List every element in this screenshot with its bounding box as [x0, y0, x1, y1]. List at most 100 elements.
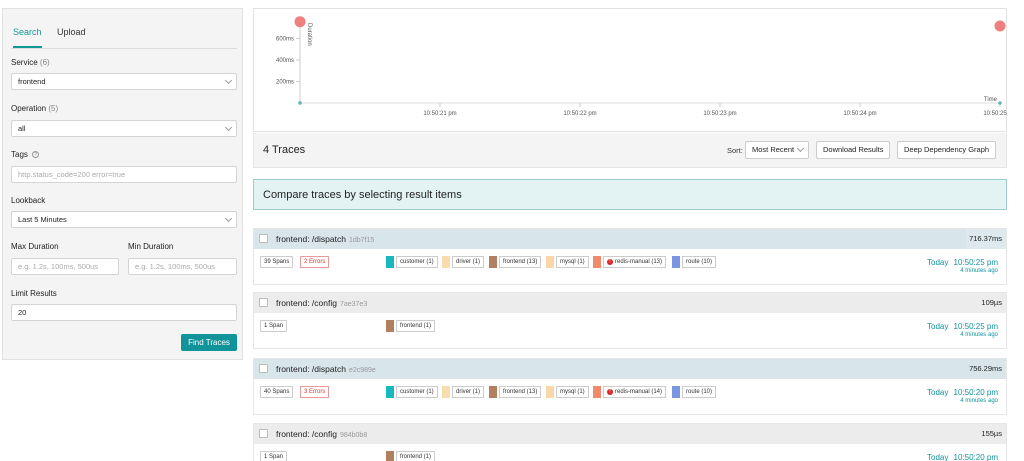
service-swatch — [593, 386, 601, 398]
chevron-down-icon — [796, 144, 805, 153]
compare-banner: Compare traces by selecting result items — [253, 179, 1007, 210]
trace-day: Today — [927, 453, 949, 461]
lookback-select[interactable]: Last 5 Minutes — [11, 211, 237, 228]
span-count-tag: 1 Span — [260, 320, 288, 332]
lookback-label: Lookback — [11, 196, 46, 205]
service-tag-text: redis-manual (13) — [615, 259, 663, 265]
tags-label: Tags ? — [11, 150, 40, 159]
y-axis-label: Duration — [306, 23, 312, 46]
service-swatch — [386, 386, 394, 398]
trace-title[interactable]: frontend: /dispatch 1db7f15 — [276, 234, 374, 244]
trace-item[interactable]: frontend: /dispatch 1db7f15 716.37ms 39 S… — [253, 228, 1007, 285]
service-label: Service (6) — [11, 58, 50, 67]
service-swatch — [442, 256, 450, 268]
trace-time: 10:50:20 pm — [953, 388, 998, 397]
operation-label: Operation (5) — [11, 104, 58, 113]
download-results-button[interactable]: Download Results — [816, 141, 891, 159]
trace-duration: 109µs — [981, 298, 1002, 307]
search-tabs: Search Upload — [11, 23, 237, 49]
trace-checkbox[interactable] — [259, 234, 268, 243]
service-select-value: frontend — [18, 77, 46, 86]
service-swatch — [442, 386, 450, 398]
limit-results-label: Limit Results — [11, 289, 57, 298]
trace-title[interactable]: frontend: /config 984b0b8 — [276, 429, 367, 439]
sort-select[interactable]: Most Recent — [745, 141, 809, 159]
trace-item[interactable]: frontend: /dispatch e2c989e 756.29ms 40 S… — [253, 358, 1007, 415]
service-swatch — [546, 256, 554, 268]
tab-upload[interactable]: Upload — [57, 27, 86, 46]
trace-header: frontend: /dispatch e2c989e 756.29ms — [254, 359, 1006, 379]
trace-checkbox[interactable] — [259, 429, 268, 438]
operation-select[interactable]: all — [11, 120, 237, 137]
max-duration-input[interactable]: e.g. 1.2s, 100ms, 500us — [11, 258, 119, 275]
sort-select-value: Most Recent — [752, 145, 795, 154]
tags-input[interactable]: http.status_code=200 error=true — [11, 166, 237, 183]
service-swatch — [489, 386, 497, 398]
service-tag-label: route (10) — [682, 386, 717, 398]
operation-count: (5) — [48, 104, 59, 113]
trace-point[interactable] — [298, 101, 302, 105]
trace-id: 984b0b8 — [339, 432, 368, 439]
scatter-svg: Duration Time 200ms 400ms 600ms 10:50:21 p… — [276, 16, 1008, 117]
x-tick-label: 10:50:25 pm — [983, 111, 1008, 117]
span-count-tag: 39 Spans — [260, 256, 294, 268]
service-tag-label: ! redis-manual (13) — [603, 256, 667, 268]
trace-point[interactable] — [998, 101, 1002, 105]
limit-results-input[interactable]: 20 — [11, 304, 237, 321]
trace-relative-time: 4 minutes ago — [960, 332, 998, 338]
deep-dependency-graph-button[interactable]: Deep Dependency Graph — [897, 141, 997, 159]
chevron-down-icon — [224, 76, 233, 85]
trace-name: frontend: /config — [276, 298, 337, 308]
min-duration-label: Min Duration — [128, 242, 174, 251]
trace-duration: 756.29ms — [969, 364, 1002, 373]
trace-title[interactable]: frontend: /config 7ae37e3 — [276, 298, 367, 308]
trace-id: e2c989e — [348, 367, 376, 374]
trace-checkbox[interactable] — [259, 364, 268, 373]
x-tick-label: 10:50:24 pm — [843, 111, 876, 117]
x-axis-label: Time — [984, 97, 998, 103]
trace-point[interactable] — [994, 20, 1006, 32]
trace-day: Today — [927, 258, 949, 267]
service-tag-label: driver (1) — [452, 256, 485, 268]
trace-relative-time: 4 minutes ago — [960, 268, 998, 274]
x-tick-label: 10:50:23 pm — [703, 111, 736, 117]
service-select[interactable]: frontend — [11, 73, 237, 90]
trace-header: frontend: /dispatch 1db7f15 716.37ms — [254, 229, 1006, 249]
service-tag-label: frontend (1) — [396, 451, 436, 461]
service-tag-label: route (10) — [682, 256, 717, 268]
trace-duration: 155µs — [981, 429, 1002, 438]
service-swatch — [672, 256, 680, 268]
service-swatch — [672, 386, 680, 398]
results-header: 4 Traces Sort: Most Recent Download Resu… — [253, 133, 1007, 168]
trace-item[interactable]: frontend: /config 7ae37e3 109µs 1 Span fr… — [253, 292, 1007, 349]
tab-search[interactable]: Search — [13, 27, 42, 48]
error-count-tag: 3 Errors — [300, 386, 330, 398]
service-swatch — [386, 451, 394, 461]
trace-header: frontend: /config 7ae37e3 109µs — [254, 293, 1006, 313]
lookback-select-value: Last 5 Minutes — [18, 215, 67, 224]
trace-checkbox[interactable] — [259, 298, 268, 307]
trace-item[interactable]: frontend: /config 984b0b8 155µs 1 Span fr… — [253, 423, 1007, 461]
trace-name: frontend: /config — [276, 429, 337, 439]
trace-header: frontend: /config 984b0b8 155µs — [254, 424, 1006, 444]
service-tag-label: ! redis-manual (14) — [603, 386, 667, 398]
min-duration-input[interactable]: e.g. 1.2s, 100ms, 500us — [128, 258, 237, 275]
service-tag-label: customer (1) — [396, 256, 438, 268]
trace-name: frontend: /dispatch — [276, 234, 346, 244]
help-icon[interactable]: ? — [32, 151, 40, 158]
operation-label-text: Operation — [11, 104, 47, 113]
service-tag-label: mysql (1) — [556, 386, 589, 398]
y-tick-label: 600ms — [276, 37, 294, 43]
trace-name: frontend: /dispatch — [276, 364, 346, 374]
service-swatch — [386, 256, 394, 268]
y-tick-label: 200ms — [276, 80, 294, 86]
trace-time: 10:50:25 pm — [953, 258, 998, 267]
trace-point[interactable] — [294, 16, 306, 28]
chevron-down-icon — [224, 214, 233, 223]
trace-id: 7ae37e3 — [339, 301, 368, 308]
service-tag-label: customer (1) — [396, 386, 438, 398]
trace-title[interactable]: frontend: /dispatch e2c989e — [276, 364, 376, 374]
service-swatch — [593, 256, 601, 268]
find-traces-button[interactable]: Find Traces — [181, 334, 237, 351]
compare-text: Compare traces by selecting result items — [263, 189, 462, 201]
